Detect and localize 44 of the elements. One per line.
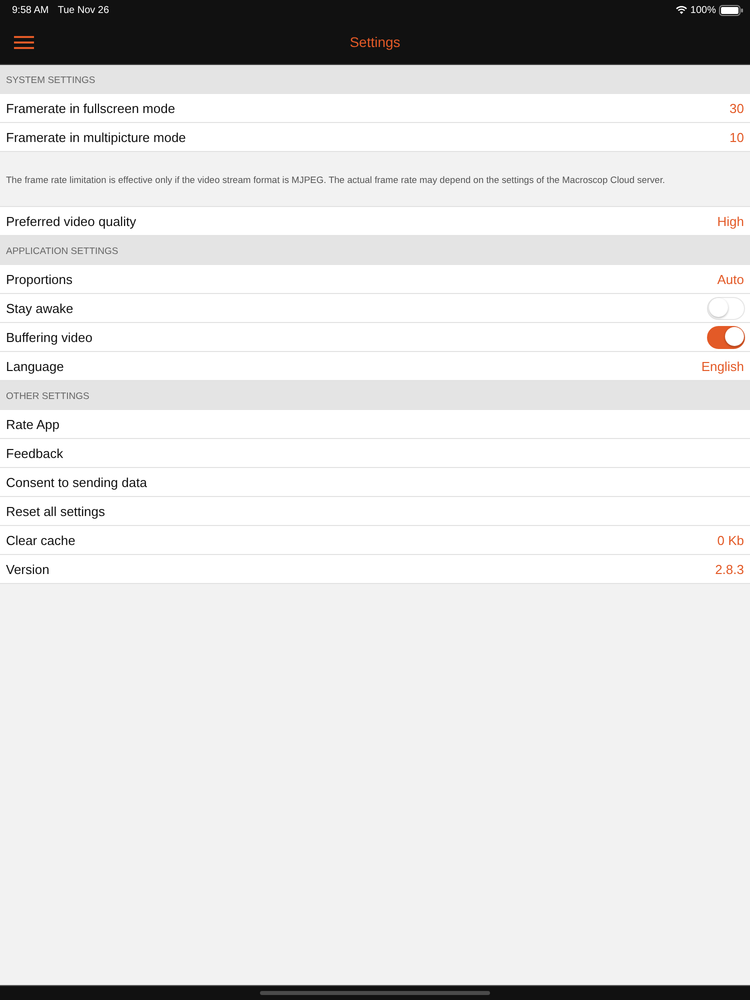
setting-label: Rate App [6,416,60,432]
section-header: APPLICATION SETTINGS [0,236,750,265]
settings-row[interactable]: Rate App [0,410,750,439]
settings-row[interactable]: Reset all settings [0,497,750,526]
setting-label: Version [6,562,50,576]
settings-row[interactable]: Buffering video [0,323,750,352]
setting-value: 2.8.3 [715,562,744,576]
section-header: OTHER SETTINGS [0,381,750,410]
nav-title: Settings [350,34,400,50]
setting-label: Framerate in multipicture mode [6,130,186,144]
setting-value: 30 [730,100,744,116]
settings-row[interactable]: Framerate in fullscreen mode 30 [0,94,750,123]
settings-row[interactable]: Version 2.8.3 [0,555,750,584]
setting-value: 0 Kb [717,532,744,548]
setting-value: English [701,358,744,374]
setting-value: 10 [730,130,744,144]
setting-label: Consent to sending data [6,474,147,490]
wifi-icon [676,6,688,14]
status-time: 9:58 AM [12,4,49,16]
settings-row[interactable]: Clear cache 0 Kb [0,526,750,555]
setting-value: Auto [717,272,744,286]
setting-label: Clear cache [6,532,76,548]
battery-percentage: 100% [690,4,716,16]
menu-icon[interactable] [14,36,34,48]
section-header: SYSTEM SETTINGS [0,65,750,94]
status-date: Tue Nov 26 [58,4,110,16]
setting-label: Buffering video [6,330,92,344]
settings-row[interactable]: Feedback [0,439,750,468]
setting-label: Preferred video quality [6,214,136,228]
settings-row[interactable]: Stay awake [0,294,750,323]
settings-row[interactable]: Preferred video quality High [0,207,750,236]
settings-row[interactable]: Language English [0,352,750,381]
setting-label: Framerate in fullscreen mode [6,100,176,116]
setting-label: Feedback [6,446,64,460]
battery-icon [719,4,743,16]
setting-value: High [717,214,744,228]
setting-label: Proportions [6,272,72,286]
settings-row[interactable]: Framerate in multipicture mode 10 [0,123,750,152]
toggle-switch[interactable] [707,326,745,348]
setting-label: Stay awake [6,300,74,316]
settings-row[interactable]: Proportions Auto [0,265,750,294]
setting-label: Language [6,358,64,374]
setting-label: Reset all settings [6,504,105,518]
settings-row[interactable]: Consent to sending data [0,468,750,497]
